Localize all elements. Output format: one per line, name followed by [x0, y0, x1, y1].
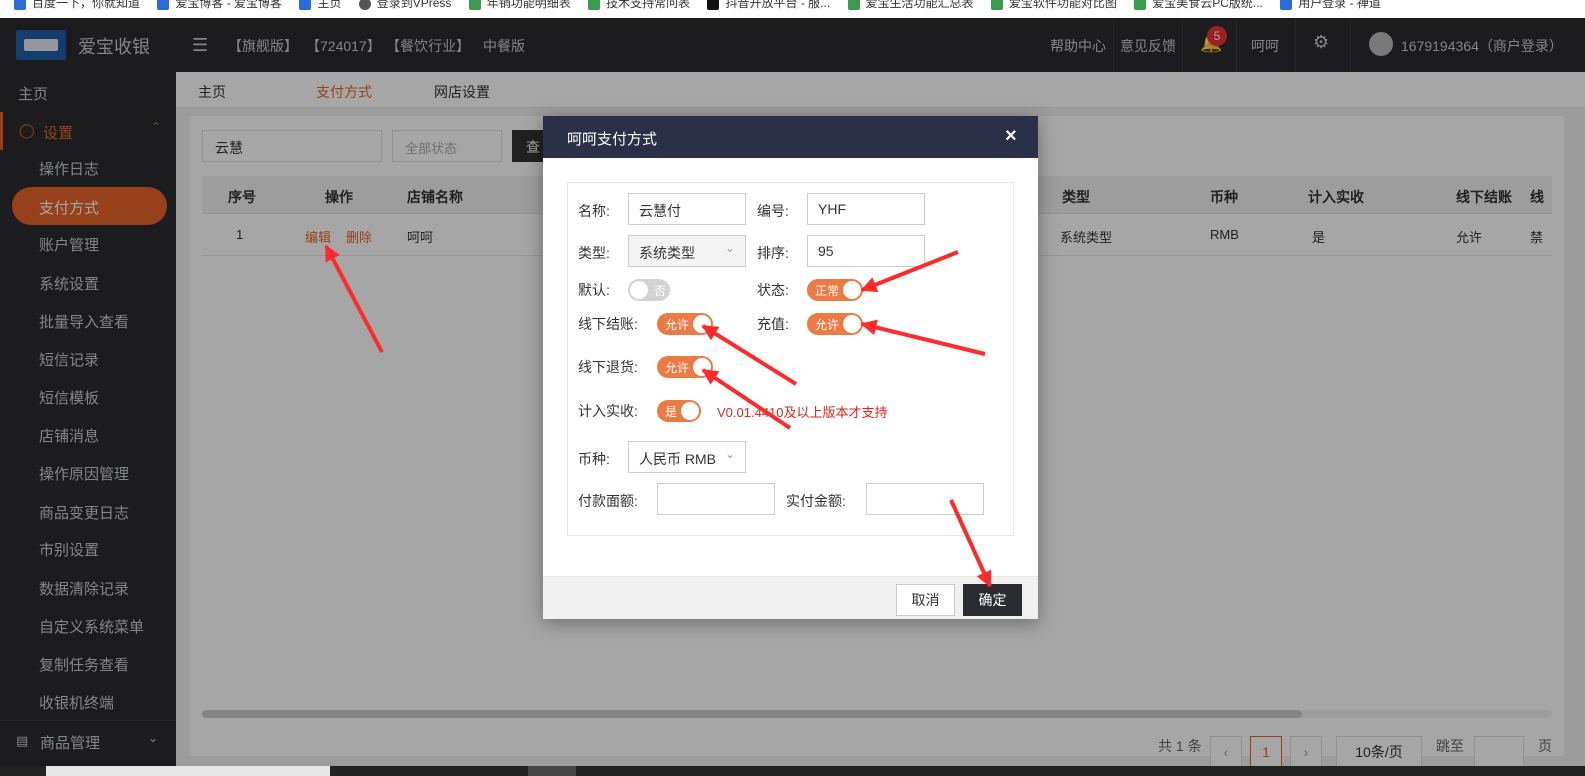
type-label: 类型: — [578, 245, 610, 261]
sheet-icon — [990, 0, 1003, 10]
offline-return-switch[interactable]: 允许 — [657, 356, 713, 378]
face-amount-label: 付款面额: — [578, 493, 638, 509]
zentao-icon — [1280, 0, 1293, 10]
chevron-down-icon: ⌄ — [724, 447, 735, 461]
bookmark[interactable]: 爱宝生活功能汇总表 — [847, 0, 974, 11]
face-amount-input[interactable] — [657, 483, 775, 515]
bookmark[interactable]: 抖音开放平台 - 服... — [707, 0, 830, 11]
sort-label: 排序: — [757, 245, 789, 261]
bookmark[interactable]: 技术支持常问表 — [588, 0, 690, 11]
recharge-label: 充值: — [757, 316, 789, 332]
offline-checkout-label: 线下结账: — [578, 316, 638, 332]
sort-input[interactable]: 95 — [807, 235, 925, 267]
switch-knob — [681, 402, 699, 420]
switch-knob — [693, 358, 711, 376]
bookmarks-bar: 百度一下，你就知道 爱宝博客 - 爱宝博客 主页 登录到VPress 年销功能明… — [0, 0, 1585, 18]
dialog-header: 呵呵支付方式 × — [543, 116, 1038, 158]
name-label: 名称: — [578, 203, 610, 219]
switch-knob — [693, 315, 711, 333]
bookmark[interactable]: 百度一下，你就知道 — [14, 0, 140, 11]
default-switch[interactable]: 否 — [628, 279, 670, 301]
switch-knob — [843, 315, 861, 333]
code-input[interactable]: YHF — [807, 193, 925, 225]
name-input[interactable]: 云慧付 — [628, 193, 746, 225]
default-label: 默认: — [578, 282, 610, 298]
offline-checkout-switch[interactable]: 允许 — [657, 313, 713, 335]
cancel-button[interactable]: 取消 — [896, 584, 955, 616]
switch-knob — [843, 281, 861, 299]
taskbar-strip — [0, 766, 1585, 776]
currency-label: 币种: — [578, 451, 610, 467]
sheet-icon — [588, 0, 601, 10]
bookmark[interactable]: 爱宝软件功能对比图 — [990, 0, 1117, 11]
actual-amount-label: 实付金额: — [786, 493, 846, 509]
offline-return-label: 线下退货: — [578, 359, 638, 375]
baidu-icon — [14, 0, 26, 10]
sheet-icon — [468, 0, 481, 10]
switch-knob — [630, 281, 648, 299]
home-icon — [299, 0, 312, 10]
close-icon[interactable]: × — [1005, 125, 1017, 148]
sheet-icon — [847, 0, 860, 10]
blog-icon — [157, 0, 170, 10]
dialog-form: 名称: 云慧付 编号: YHF 类型: 系统类型 ⌄ 排序: 95 默认: 否 状… — [567, 182, 1014, 536]
currency-select[interactable]: 人民币 RMB ⌄ — [628, 441, 746, 473]
vpress-icon — [358, 0, 371, 10]
recharge-switch[interactable]: 允许 — [807, 313, 863, 335]
type-select[interactable]: 系统类型 ⌄ — [628, 235, 746, 267]
bookmark[interactable]: 登录到VPress — [358, 0, 451, 11]
counted-switch[interactable]: 是 — [657, 400, 701, 422]
bookmark[interactable]: 年销功能明细表 — [468, 0, 571, 11]
sheet-icon — [1134, 0, 1147, 10]
confirm-button[interactable]: 确定 — [963, 584, 1022, 616]
taskbar-segment — [528, 766, 576, 776]
version-note: V0.01.4410及以上版本才支持 — [717, 405, 888, 420]
counted-label: 计入实收: — [578, 403, 638, 419]
payment-method-dialog: 呵呵支付方式 × 名称: 云慧付 编号: YHF 类型: 系统类型 ⌄ 排序: 9… — [543, 116, 1038, 619]
bookmark[interactable]: 用户登录 - 禅道 — [1280, 0, 1381, 11]
status-label: 状态: — [757, 282, 789, 298]
dialog-footer: 取消 确定 — [543, 576, 1038, 619]
actual-amount-input[interactable] — [866, 483, 984, 515]
code-label: 编号: — [757, 203, 789, 219]
dialog-title: 呵呵支付方式 — [567, 131, 658, 148]
bookmark[interactable]: 主页 — [299, 0, 341, 11]
status-switch[interactable]: 正常 — [807, 279, 863, 301]
chevron-down-icon: ⌄ — [724, 241, 735, 255]
taskbar-segment — [46, 766, 330, 776]
tiktok-icon — [707, 0, 720, 10]
bookmark[interactable]: 爱宝美食云PC版统... — [1134, 0, 1263, 11]
bookmark[interactable]: 爱宝博客 - 爱宝博客 — [157, 0, 282, 11]
